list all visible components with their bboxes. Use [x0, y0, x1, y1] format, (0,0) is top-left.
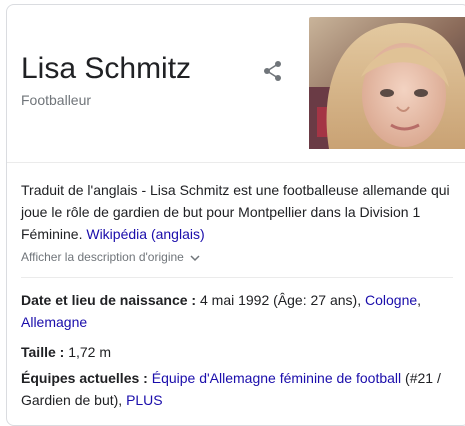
- birthplace-country-link[interactable]: Allemagne: [21, 314, 87, 330]
- entity-subtitle: Footballeur: [21, 92, 92, 108]
- show-original-label: Afficher la description d'origine: [21, 250, 184, 264]
- entity-title: Lisa Schmitz: [21, 52, 192, 85]
- show-original-description[interactable]: Afficher la description d'origine: [21, 250, 200, 264]
- share-icon: [264, 61, 281, 81]
- fact-value: 4 mai 1992 (Âge: 27 ans),: [199, 292, 365, 308]
- fact-label: Équipes actuelles: [21, 370, 140, 386]
- fact-separator: :: [55, 344, 69, 360]
- more-teams-link[interactable]: PLUS: [126, 392, 163, 408]
- chevron-down-icon: [190, 255, 200, 261]
- fact-birth: Date et lieu de naissance : 4 mai 1992 (…: [21, 289, 453, 333]
- fact-comma: ,: [417, 292, 422, 308]
- fact-separator: :: [187, 292, 200, 308]
- knowledge-panel: Lisa Schmitz Footballeur Traduit de l'an…: [6, 4, 465, 426]
- fact-value: 1,72 m: [68, 344, 112, 360]
- divider: [7, 162, 465, 163]
- share-button[interactable]: [261, 59, 285, 83]
- team-link[interactable]: Équipe d'Allemagne féminine de football: [152, 370, 401, 386]
- wikipedia-link[interactable]: Wikipédia (anglais): [86, 226, 204, 242]
- portrait-image: [309, 17, 465, 149]
- birthplace-city-link[interactable]: Cologne: [365, 292, 417, 308]
- fact-label: Taille: [21, 344, 56, 360]
- description: Traduit de l'anglais - Lisa Schmitz est …: [21, 179, 453, 245]
- fact-label: Date et lieu de naissance: [21, 292, 188, 308]
- fact-height: Taille : 1,72 m: [21, 341, 453, 363]
- profile-photo[interactable]: [309, 17, 465, 149]
- fact-teams: Équipes actuelles : Équipe d'Allemagne f…: [21, 367, 453, 411]
- fact-separator: :: [139, 370, 152, 386]
- divider: [21, 277, 453, 278]
